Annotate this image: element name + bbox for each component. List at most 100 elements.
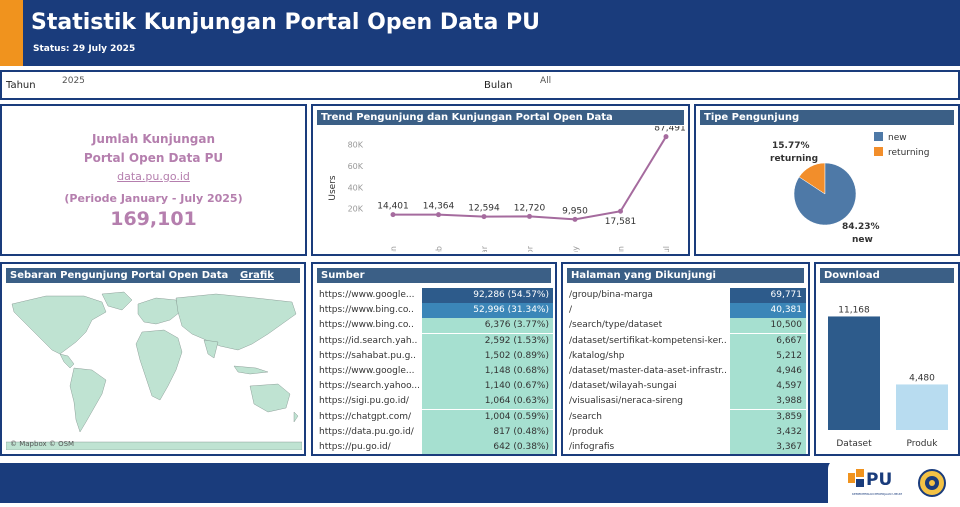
table-cell-value: 3,432 <box>730 424 806 440</box>
bulan-filter[interactable]: All <box>540 76 551 86</box>
table-cell-value: 4,597 <box>730 379 806 395</box>
table-cell-value: 1,140 (0.67%) <box>422 379 553 395</box>
footer-bar <box>0 463 960 503</box>
table-row[interactable]: /dataset/master-data-aset-infrastr.. 4,94… <box>565 364 806 379</box>
pie-label-new-pct: 84.23% <box>842 222 880 232</box>
trend-point[interactable] <box>436 212 441 218</box>
table-cell-value: 3,988 <box>730 394 806 410</box>
table-cell-name: /dataset/sertifikat-kompetensi-ker.. <box>569 335 727 346</box>
table-row[interactable]: /visualisasi/neraca-sireng 3,988 <box>565 394 806 410</box>
download-bar[interactable] <box>896 384 948 430</box>
page-title: Statistik Kunjungan Portal Open Data PU <box>31 10 540 35</box>
table-row[interactable]: https://www.google... 1,148 (0.68%) <box>315 364 553 379</box>
table-row[interactable]: /infografis 3,367 <box>565 440 806 454</box>
download-title: Download <box>820 268 954 283</box>
table-cell-value: 1,148 (0.68%) <box>422 364 553 379</box>
trend-point[interactable] <box>618 208 623 214</box>
trend-point[interactable] <box>663 134 669 140</box>
table-cell-value: 1,004 (0.59%) <box>422 409 553 425</box>
header-accent-bar <box>0 0 23 66</box>
pu-logo-text: PU <box>866 470 892 490</box>
table-row[interactable]: https://data.pu.go.id/817 (0.48%) <box>315 424 553 440</box>
table-row[interactable]: / 40,381 <box>565 303 806 319</box>
table-cell-value: 10,500 <box>730 318 806 334</box>
table-cell-value: 69,771 <box>730 288 806 303</box>
table-row[interactable]: https://www.bing.co.. 6,376 (3.77%) <box>315 318 553 334</box>
trend-point[interactable] <box>481 214 487 220</box>
grafik-link[interactable]: Grafik <box>240 270 274 281</box>
table-cell-value: 40,381 <box>730 303 806 319</box>
trend-point[interactable] <box>527 213 532 219</box>
table-row[interactable]: https://sahabat.pu.g.. 1,502 (0.89%) <box>315 348 553 364</box>
trend-ylabel: Users <box>328 175 338 201</box>
tipe-pie-chart: new returning 15.77% returning 84.23% ne… <box>770 132 929 245</box>
kpi-heading-line2: Portal Open Data PU <box>83 151 224 165</box>
ministry-seal-icon <box>918 469 946 497</box>
legend-label-returning: returning <box>888 148 929 158</box>
table-cell-name: https://search.yahoo... <box>319 381 420 392</box>
table-row[interactable]: https://search.yahoo... 1,140 (0.67%) <box>315 379 553 395</box>
table-row[interactable]: https://chatgpt.com/1,004 (0.59%) <box>315 409 553 425</box>
table-row[interactable]: /produk 3,432 <box>565 424 806 440</box>
map-attribution: © Mapbox © OSM <box>10 440 75 448</box>
table-cell-value: 1,064 (0.63%) <box>422 394 553 410</box>
kpi-site-link[interactable]: data.pu.go.id <box>2 170 305 183</box>
table-cell-value: 52,996 (31.34%) <box>422 303 553 319</box>
table-cell-name: https://sahabat.pu.g.. <box>319 350 417 361</box>
download-bar-value: 4,480 <box>909 373 935 383</box>
table-cell-name: /produk <box>569 426 604 437</box>
trend-chart: Users 20K 40K 60K 80K Jan Feb Mar Apr May Jun Jul… <box>328 126 686 252</box>
table-cell-value: 817 (0.48%) <box>422 424 553 440</box>
sumber-title: Sumber <box>317 268 551 283</box>
table-cell-name: https://sigi.pu.go.id/ <box>319 396 409 407</box>
trend-ytick-label: 40K <box>348 183 364 192</box>
download-bar-value: 11,168 <box>838 305 870 315</box>
trend-data-label: 14,401 <box>377 202 409 212</box>
table-row[interactable]: https://sigi.pu.go.id/1,064 (0.63%) <box>315 394 553 410</box>
table-cell-value: 3,367 <box>730 440 806 454</box>
pie-label-returning-pct: 15.77% <box>772 141 810 151</box>
trend-panel: Trend Pengunjung dan Kunjungan Portal Op… <box>311 104 690 256</box>
table-cell-name: https://chatgpt.com/ <box>319 411 412 422</box>
table-cell-name: /infografis <box>569 442 615 452</box>
pu-logo: PU KEMENTERIAN PEKERJAAN UMUM <box>848 469 946 497</box>
table-cell-name: /dataset/wilayah-sungai <box>569 381 677 392</box>
tahun-label: Tahun <box>6 80 36 91</box>
trend-ytick-label: 60K <box>348 162 364 171</box>
trend-xtick-label: Jul <box>662 246 671 252</box>
halaman-panel: Halaman yang Dikunjungi /group/bina-marg… <box>561 262 810 456</box>
tahun-filter[interactable]: 2025 <box>62 76 85 86</box>
table-row[interactable]: /dataset/wilayah-sungai 4,597 <box>565 379 806 395</box>
kpi-heading-line1: Jumlah Kunjungan <box>91 132 216 146</box>
sumber-table: https://www.google... 92,286 (54.57%) http… <box>315 288 553 454</box>
trend-data-label: 14,364 <box>423 202 455 212</box>
table-row[interactable]: /group/bina-marga 69,771 <box>565 288 806 303</box>
pie-label-new-name: new <box>852 235 873 245</box>
trend-title: Trend Pengunjung dan Kunjungan Portal Op… <box>317 110 684 125</box>
trend-data-label: 17,581 <box>605 217 637 227</box>
download-panel: Download 11,168 Dataset 4,480 Produk <box>814 262 960 456</box>
table-row[interactable]: https://id.search.yah.. 2,592 (1.53%) <box>315 333 553 349</box>
kpi-period: (Periode January - July 2025) <box>64 192 243 205</box>
table-cell-name: /visualisasi/neraca-sireng <box>569 396 684 407</box>
world-map[interactable] <box>6 290 302 450</box>
table-cell-name: / <box>569 305 573 316</box>
table-cell-name: https://www.google... <box>319 290 415 300</box>
table-row[interactable]: /search 3,859 <box>565 409 806 425</box>
pu-logo-subtext: KEMENTERIAN PEKERJAAN UMUM <box>852 492 902 496</box>
table-row[interactable]: https://www.bing.co.. 52,996 (31.34%) <box>315 303 553 319</box>
table-row[interactable]: https://www.google... 92,286 (54.57%) <box>315 288 553 303</box>
footer-logo-area: PU KEMENTERIAN PEKERJAAN UMUM <box>828 459 960 503</box>
table-row[interactable]: /dataset/sertifikat-kompetensi-ker.. 6,66… <box>565 333 806 349</box>
table-row[interactable]: /katalog/shp 5,212 <box>565 348 806 364</box>
kpi-panel: Jumlah Kunjungan Portal Open Data PU dat… <box>0 104 307 256</box>
legend-swatch-returning <box>874 147 883 156</box>
trend-point[interactable] <box>390 212 396 218</box>
kpi-site-link-text[interactable]: data.pu.go.id <box>117 170 190 183</box>
table-cell-value: 4,946 <box>730 364 806 379</box>
trend-point[interactable] <box>572 216 578 222</box>
download-bar[interactable] <box>828 316 880 430</box>
table-row[interactable]: https://pu.go.id/642 (0.38%) <box>315 440 553 454</box>
table-cell-value: 642 (0.38%) <box>422 440 553 454</box>
table-row[interactable]: /search/type/dataset 10,500 <box>565 318 806 334</box>
